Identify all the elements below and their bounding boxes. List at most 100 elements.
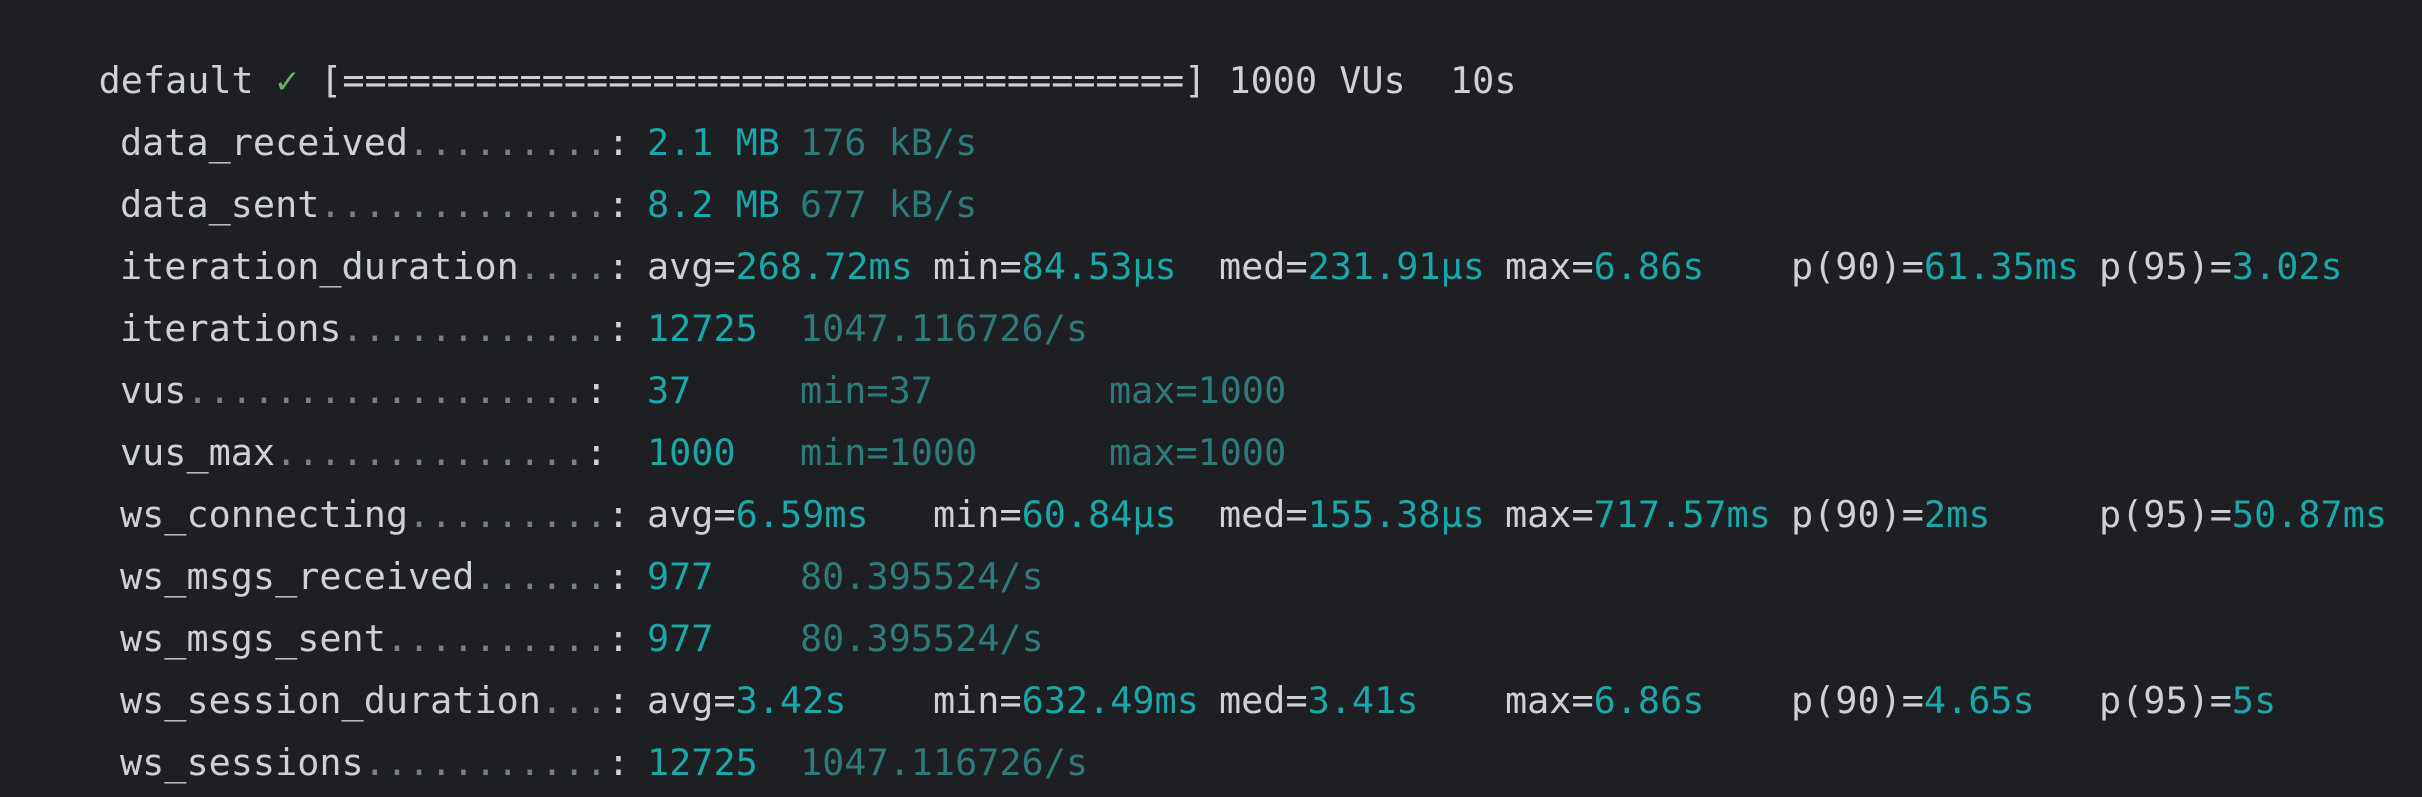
- stat-max: max=6.86s: [1505, 236, 1704, 298]
- metric-name: iteration_duration: [120, 245, 519, 288]
- stat-value: 6.86s: [1593, 245, 1705, 288]
- stat-key: max=: [1505, 493, 1594, 536]
- metric-value: 8.2 MB: [647, 183, 780, 226]
- metric-rate: 1047.116726/s: [800, 741, 1088, 784]
- stat-min: min=632.49ms: [933, 670, 1199, 732]
- stat-key: med=: [1219, 493, 1308, 536]
- terminal-output: default ✓ [=============================…: [0, 0, 2422, 797]
- metric-dots: .............: [319, 183, 608, 226]
- metric-dots: .........: [408, 493, 608, 536]
- metric-rate: 80.395524/s: [800, 617, 1044, 660]
- metric-rate: 176 kB/s: [800, 121, 978, 164]
- progress-bar: [======================================]: [320, 59, 1207, 102]
- metric-min: min=37: [800, 369, 933, 412]
- metric-name: ws_connecting: [120, 493, 408, 536]
- stat-med: med=231.91µs: [1219, 236, 1485, 298]
- metric-label: iteration_duration....:: [120, 236, 630, 298]
- stat-value: 50.87ms: [2231, 493, 2387, 536]
- stat-p95: p(95)=3.02s: [2099, 236, 2343, 298]
- metric-dots: ....: [518, 245, 608, 288]
- stat-key: max=: [1505, 679, 1594, 722]
- metric-label: vus_max..............:: [120, 422, 607, 484]
- metric-label: ws_session_duration...:: [120, 670, 630, 732]
- metric-min: min=1000: [800, 431, 978, 474]
- metric-name: data_sent: [120, 183, 320, 226]
- metric-label: iterations............:: [120, 298, 630, 360]
- stat-key: med=: [1219, 245, 1308, 288]
- scenario-name: default: [98, 59, 254, 102]
- check-icon: ✓: [275, 59, 299, 102]
- metric-max: max=1000: [1109, 369, 1287, 412]
- metric-label: ws_msgs_received......:: [120, 546, 630, 608]
- metric-colon: :: [585, 369, 608, 412]
- metric-row: iterations............: 12725 1047.116726/…: [0, 298, 2422, 360]
- metric-row: data_received.........: 2.1 MB 176 kB/s: [0, 112, 2422, 174]
- metric-name: ws_msgs_received: [120, 555, 475, 598]
- stat-key: p(90)=: [1791, 493, 1924, 536]
- stat-value: 717.57ms: [1593, 493, 1771, 536]
- metric-colon: :: [607, 245, 630, 288]
- metric-dots: ..........: [385, 617, 608, 660]
- stat-key: p(95)=: [2099, 679, 2232, 722]
- metric-max: max=1000: [1109, 431, 1287, 474]
- stat-key: p(90)=: [1791, 245, 1924, 288]
- metric-row: ws_sessions...........: 12725 1047.116726/…: [0, 732, 2422, 794]
- stat-key: med=: [1219, 679, 1308, 722]
- metric-row: ws_msgs_sent..........: 977 80.395524/s: [0, 608, 2422, 670]
- stat-key: p(90)=: [1791, 679, 1924, 722]
- metric-value: 12725: [647, 307, 758, 350]
- stat-med: med=3.41s: [1219, 670, 1418, 732]
- stat-value: 6.59ms: [735, 493, 869, 536]
- metric-label: data_sent.............:: [120, 174, 630, 236]
- vus-count: 1000 VUs: [1228, 59, 1406, 102]
- metric-dots: .........: [408, 121, 608, 164]
- stat-p95: p(95)=5s: [2099, 670, 2276, 732]
- stat-p95: p(95)=50.87ms: [2099, 484, 2387, 546]
- metric-rate: 1047.116726/s: [800, 307, 1088, 350]
- stat-p90: p(90)=61.35ms: [1791, 236, 2079, 298]
- stat-value: 632.49ms: [1021, 679, 1199, 722]
- metric-value: 1000: [647, 431, 736, 474]
- metric-colon: :: [607, 679, 630, 722]
- stat-value: 155.38µs: [1307, 493, 1485, 536]
- metric-value: 977: [647, 617, 714, 660]
- stat-value: 3.41s: [1307, 679, 1419, 722]
- metric-rate: 677 kB/s: [800, 183, 978, 226]
- stat-value: 61.35ms: [1923, 245, 2079, 288]
- metric-name: iterations: [120, 307, 342, 350]
- metric-name: vus: [120, 369, 187, 412]
- metric-colon: :: [585, 431, 608, 474]
- metric-name: ws_msgs_sent: [120, 617, 386, 660]
- stat-med: med=155.38µs: [1219, 484, 1485, 546]
- metric-dots: ..............: [275, 431, 586, 474]
- stat-key: avg=: [647, 679, 736, 722]
- stat-key: p(95)=: [2099, 493, 2232, 536]
- progress-line: default ✓ [=============================…: [10, 0, 1517, 102]
- metric-row: data_sent.............: 8.2 MB 677 kB/s: [0, 174, 2422, 236]
- metric-label: data_received.........:: [120, 112, 630, 174]
- metric-name: ws_sessions: [120, 741, 364, 784]
- stat-key: min=: [933, 245, 1022, 288]
- metric-value: 977: [647, 555, 714, 598]
- metric-value: 12725: [647, 741, 758, 784]
- stat-value: 5s: [2231, 679, 2277, 722]
- metric-value: 37: [647, 369, 692, 412]
- stat-avg: avg=268.72ms: [647, 236, 913, 298]
- stat-min: min=84.53µs: [933, 236, 1177, 298]
- stat-key: max=: [1505, 245, 1594, 288]
- metric-colon: :: [607, 617, 630, 660]
- stat-avg: avg=3.42s: [647, 670, 846, 732]
- metric-dots: ...........: [363, 741, 608, 784]
- metric-row: vus..................: 37 min=37 max=1000: [0, 360, 2422, 422]
- stat-value: 60.84µs: [1021, 493, 1177, 536]
- metric-name: ws_session_duration: [120, 679, 541, 722]
- stat-value: 6.86s: [1593, 679, 1705, 722]
- metric-row: ws_session_duration...: avg=3.42s min=632.…: [0, 670, 2422, 732]
- stat-key: p(95)=: [2099, 245, 2232, 288]
- metric-dots: ...: [540, 679, 608, 722]
- metric-label: ws_sessions...........:: [120, 732, 630, 794]
- metric-row: vus_max..............: 1000 min=1000 max=10…: [0, 422, 2422, 484]
- stat-value: 231.91µs: [1307, 245, 1485, 288]
- stat-key: avg=: [647, 245, 736, 288]
- stat-avg: avg=6.59ms: [647, 484, 869, 546]
